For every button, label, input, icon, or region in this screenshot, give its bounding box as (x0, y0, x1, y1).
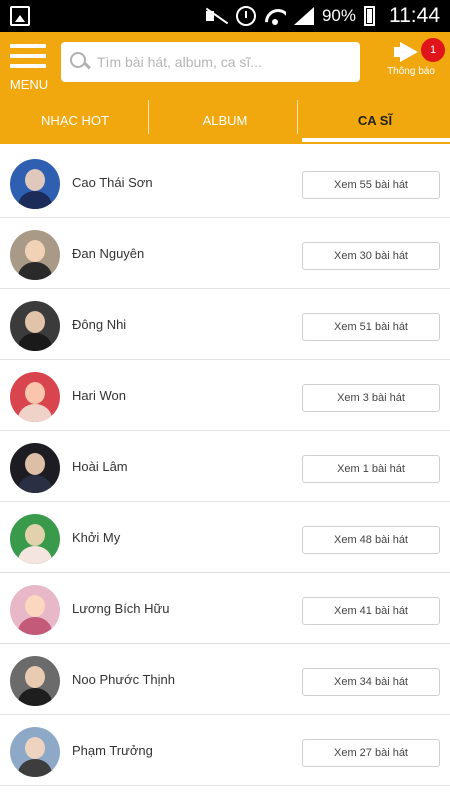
view-songs-button[interactable]: Xem 1 bài hát (302, 455, 440, 483)
menu-label: MENU (9, 77, 49, 92)
singer-row[interactable]: Hoài Lâm Xem 1 bài hát (0, 431, 450, 502)
singer-name[interactable]: Hari Won (72, 388, 126, 403)
notification-label: Thông báo (387, 66, 435, 77)
singer-name[interactable]: Khởi My (72, 530, 120, 545)
singer-row[interactable]: Đông Nhi Xem 51 bài hát (0, 289, 450, 360)
tab-ca-si[interactable]: CA SĨ (300, 96, 450, 144)
menu-button[interactable]: MENU (8, 40, 50, 92)
singer-name[interactable]: Đan Nguyên (72, 246, 144, 261)
singer-avatar[interactable] (10, 301, 60, 351)
singer-name[interactable]: Lương Bích Hữu (72, 601, 169, 616)
tab-album[interactable]: ALBUM (150, 96, 300, 144)
search-input[interactable] (91, 43, 360, 81)
view-songs-button[interactable]: Xem 27 bài hát (302, 739, 440, 767)
view-songs-button[interactable]: Xem 55 bài hát (302, 171, 440, 199)
avatar-body (18, 688, 52, 706)
singer-avatar[interactable] (10, 372, 60, 422)
avatar-face (25, 169, 45, 191)
search-box[interactable] (61, 42, 360, 82)
singer-avatar[interactable] (10, 656, 60, 706)
singer-name[interactable]: Phạm Trưởng (72, 743, 153, 758)
view-songs-button[interactable]: Xem 30 bài hát (302, 242, 440, 270)
singer-row[interactable]: Noo Phước Thịnh Xem 34 bài hát (0, 644, 450, 715)
singer-avatar[interactable] (10, 514, 60, 564)
avatar-face (25, 240, 45, 262)
notification-button[interactable]: 1 Thông báo (378, 38, 448, 86)
avatar-face (25, 737, 45, 759)
battery-percent: 90% (321, 6, 356, 25)
mute-icon (204, 5, 228, 27)
view-songs-button[interactable]: Xem 3 bài hát (302, 384, 440, 412)
tab-divider (148, 100, 149, 134)
gallery-icon (10, 6, 30, 26)
clock: 11:44 (389, 4, 440, 27)
alarm-icon (235, 6, 256, 26)
avatar-body (18, 546, 52, 564)
tab-divider (297, 100, 298, 134)
notification-badge: 1 (421, 38, 445, 62)
singer-avatar[interactable] (10, 727, 60, 777)
singer-list: Cao Thái Sơn Xem 55 bài hát Đan Nguyên Xem … (0, 147, 450, 786)
avatar-body (18, 404, 52, 422)
avatar-body (18, 617, 52, 635)
singer-avatar[interactable] (10, 585, 60, 635)
tab-nhac-hot[interactable]: NHẠC HOT (0, 96, 150, 144)
view-songs-button[interactable]: Xem 34 bài hát (302, 668, 440, 696)
avatar-face (25, 595, 45, 617)
view-songs-button[interactable]: Xem 51 bài hát (302, 313, 440, 341)
view-songs-button[interactable]: Xem 41 bài hát (302, 597, 440, 625)
status-bar: 90% 11:44 (0, 0, 450, 32)
singer-row[interactable]: Đan Nguyên Xem 30 bài hát (0, 218, 450, 289)
singer-name[interactable]: Hoài Lâm (72, 459, 128, 474)
status-icons: 90% 11:44 (204, 0, 440, 32)
singer-name[interactable]: Noo Phước Thịnh (72, 672, 175, 687)
singer-name[interactable]: Cao Thái Sơn (72, 175, 153, 190)
avatar-body (18, 475, 52, 493)
search-icon (69, 51, 91, 73)
avatar-face (25, 666, 45, 688)
singer-row[interactable]: Khởi My Xem 48 bài hát (0, 502, 450, 573)
singer-row[interactable]: Cao Thái Sơn Xem 55 bài hát (0, 147, 450, 218)
tab-bar: NHẠC HOT ALBUM CA SĨ (0, 96, 450, 144)
avatar-face (25, 382, 45, 404)
menu-icon (10, 44, 46, 48)
avatar-body (18, 759, 52, 777)
avatar-face (25, 311, 45, 333)
avatar-face (25, 524, 45, 546)
view-songs-button[interactable]: Xem 48 bài hát (302, 526, 440, 554)
singer-avatar[interactable] (10, 230, 60, 280)
battery-icon (364, 6, 375, 26)
singer-avatar[interactable] (10, 443, 60, 493)
singer-row[interactable]: Phạm Trưởng Xem 27 bài hát (0, 715, 450, 786)
singer-name[interactable]: Đông Nhi (72, 317, 126, 332)
avatar-body (18, 191, 52, 209)
app-header: MENU 1 Thông báo NHẠC HOT ALBUM CA SĨ (0, 32, 450, 144)
wifi-icon (264, 7, 286, 25)
singer-row[interactable]: Hari Won Xem 3 bài hát (0, 360, 450, 431)
signal-icon (293, 6, 314, 26)
avatar-body (18, 262, 52, 280)
megaphone-icon (394, 42, 420, 62)
avatar-body (18, 333, 52, 351)
avatar-face (25, 453, 45, 475)
singer-avatar[interactable] (10, 159, 60, 209)
singer-row[interactable]: Lương Bích Hữu Xem 41 bài hát (0, 573, 450, 644)
